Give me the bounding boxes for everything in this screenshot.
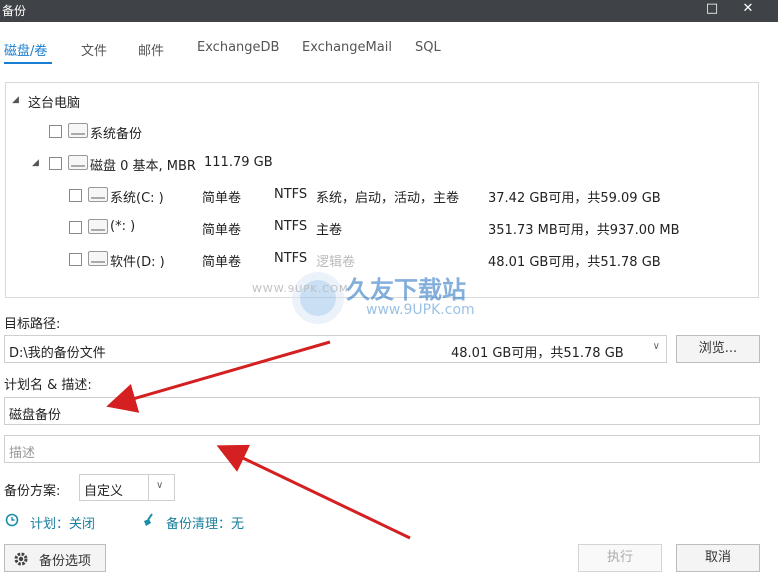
partition-fs: NTFS <box>274 219 308 234</box>
chevron-down-icon[interactable]: ∨ <box>156 480 163 491</box>
watermark-site: www.9UPK.com <box>366 302 475 318</box>
tab-exchangedb[interactable]: ExchangeDB <box>197 40 279 55</box>
disk0-name[interactable]: 磁盘 0 基本, MBR <box>90 155 196 174</box>
backup-options-label: 备份选项 <box>39 554 92 569</box>
partition-name[interactable]: (*: ) <box>110 219 135 234</box>
disk-icon <box>68 123 88 138</box>
cleanup-link[interactable]: 备份清理：无 <box>166 513 244 532</box>
watermark-brand: 久友下载站 <box>346 276 466 304</box>
disk-icon <box>68 155 88 170</box>
broom-icon <box>144 513 153 526</box>
description-field[interactable]: 描述 <box>4 435 760 463</box>
disk-icon <box>88 219 108 234</box>
partition-space: 351.73 MB可用，共937.00 MB <box>488 223 680 238</box>
partition-name[interactable]: 系统(C: ) <box>110 187 164 206</box>
target-path-value: D:\我的备份文件 <box>9 346 106 361</box>
plan-name-value: 磁盘备份 <box>9 408 62 423</box>
disk0-size: 111.79 GB <box>204 155 273 170</box>
watermark-small-site: WWW.9UPK.COM <box>252 284 349 295</box>
collapse-arrow-icon[interactable]: ◢ <box>32 158 39 168</box>
partition-flags: 系统，启动，活动，主卷 <box>316 191 460 206</box>
partition-type: 简单卷 <box>202 223 242 238</box>
partition-checkbox[interactable] <box>69 221 82 234</box>
tab-mail[interactable]: 邮件 <box>138 40 164 59</box>
title-bar: 备份 □ ✕ <box>0 0 778 22</box>
backup-options-button[interactable]: 备份选项 <box>4 544 106 572</box>
plan-name-label: 计划名 & 描述: <box>4 378 92 393</box>
cancel-button[interactable]: 取消 <box>676 544 760 572</box>
disk-icon <box>88 187 108 202</box>
partition-type: 简单卷 <box>202 191 242 206</box>
collapse-arrow-icon[interactable]: ◢ <box>12 95 19 105</box>
disk-icon <box>88 251 108 266</box>
target-space-value: 48.01 GB可用，共51.78 GB <box>451 346 624 361</box>
tab-disk-volume[interactable]: 磁盘/卷 <box>4 40 47 59</box>
system-backup-label[interactable]: 系统备份 <box>90 123 142 142</box>
execute-button[interactable]: 执行 <box>578 544 662 572</box>
tab-file[interactable]: 文件 <box>81 40 107 59</box>
backup-scheme-label: 备份方案: <box>4 484 61 499</box>
disk0-checkbox[interactable] <box>49 157 62 170</box>
tab-sql[interactable]: SQL <box>415 40 441 55</box>
tree-root-label[interactable]: 这台电脑 <box>28 92 80 111</box>
maximize-icon[interactable]: □ <box>698 0 726 20</box>
browse-button[interactable]: 浏览... <box>676 335 760 363</box>
partition-type: 简单卷 <box>202 255 242 270</box>
plan-name-field[interactable]: 磁盘备份 <box>4 397 760 425</box>
target-path-label: 目标路径: <box>4 317 61 332</box>
watermark: WWW.9UPK.COM 久友下载站 www.9UPK.com <box>250 262 510 332</box>
partition-space: 48.01 GB可用，共51.78 GB <box>488 255 661 270</box>
clock-icon <box>5 513 19 527</box>
tab-bar: 磁盘/卷 文件 邮件 ExchangeDB ExchangeMail SQL <box>0 32 778 66</box>
schedule-link[interactable]: 计划：关闭 <box>30 513 95 532</box>
close-icon[interactable]: ✕ <box>734 0 762 20</box>
tab-exchangemail[interactable]: ExchangeMail <box>302 40 392 55</box>
target-path-field[interactable]: D:\我的备份文件 48.01 GB可用，共51.78 GB ∨ <box>4 335 667 363</box>
backup-scheme-select[interactable]: 自定义 ∨ <box>79 474 175 501</box>
partition-fs: NTFS <box>274 187 308 202</box>
partition-flags: 主卷 <box>316 223 343 238</box>
partition-checkbox[interactable] <box>69 253 82 266</box>
gear-icon <box>14 552 28 566</box>
partition-name[interactable]: 软件(D: ) <box>110 251 165 270</box>
partition-checkbox[interactable] <box>69 189 82 202</box>
backup-scheme-value: 自定义 <box>84 484 124 499</box>
select-divider <box>148 475 149 500</box>
description-placeholder: 描述 <box>9 446 36 461</box>
active-tab-indicator <box>4 62 52 64</box>
window-title: 备份 <box>2 4 27 18</box>
chevron-down-icon[interactable]: ∨ <box>653 341 660 352</box>
partition-space: 37.42 GB可用，共59.09 GB <box>488 191 661 206</box>
system-backup-checkbox[interactable] <box>49 125 62 138</box>
